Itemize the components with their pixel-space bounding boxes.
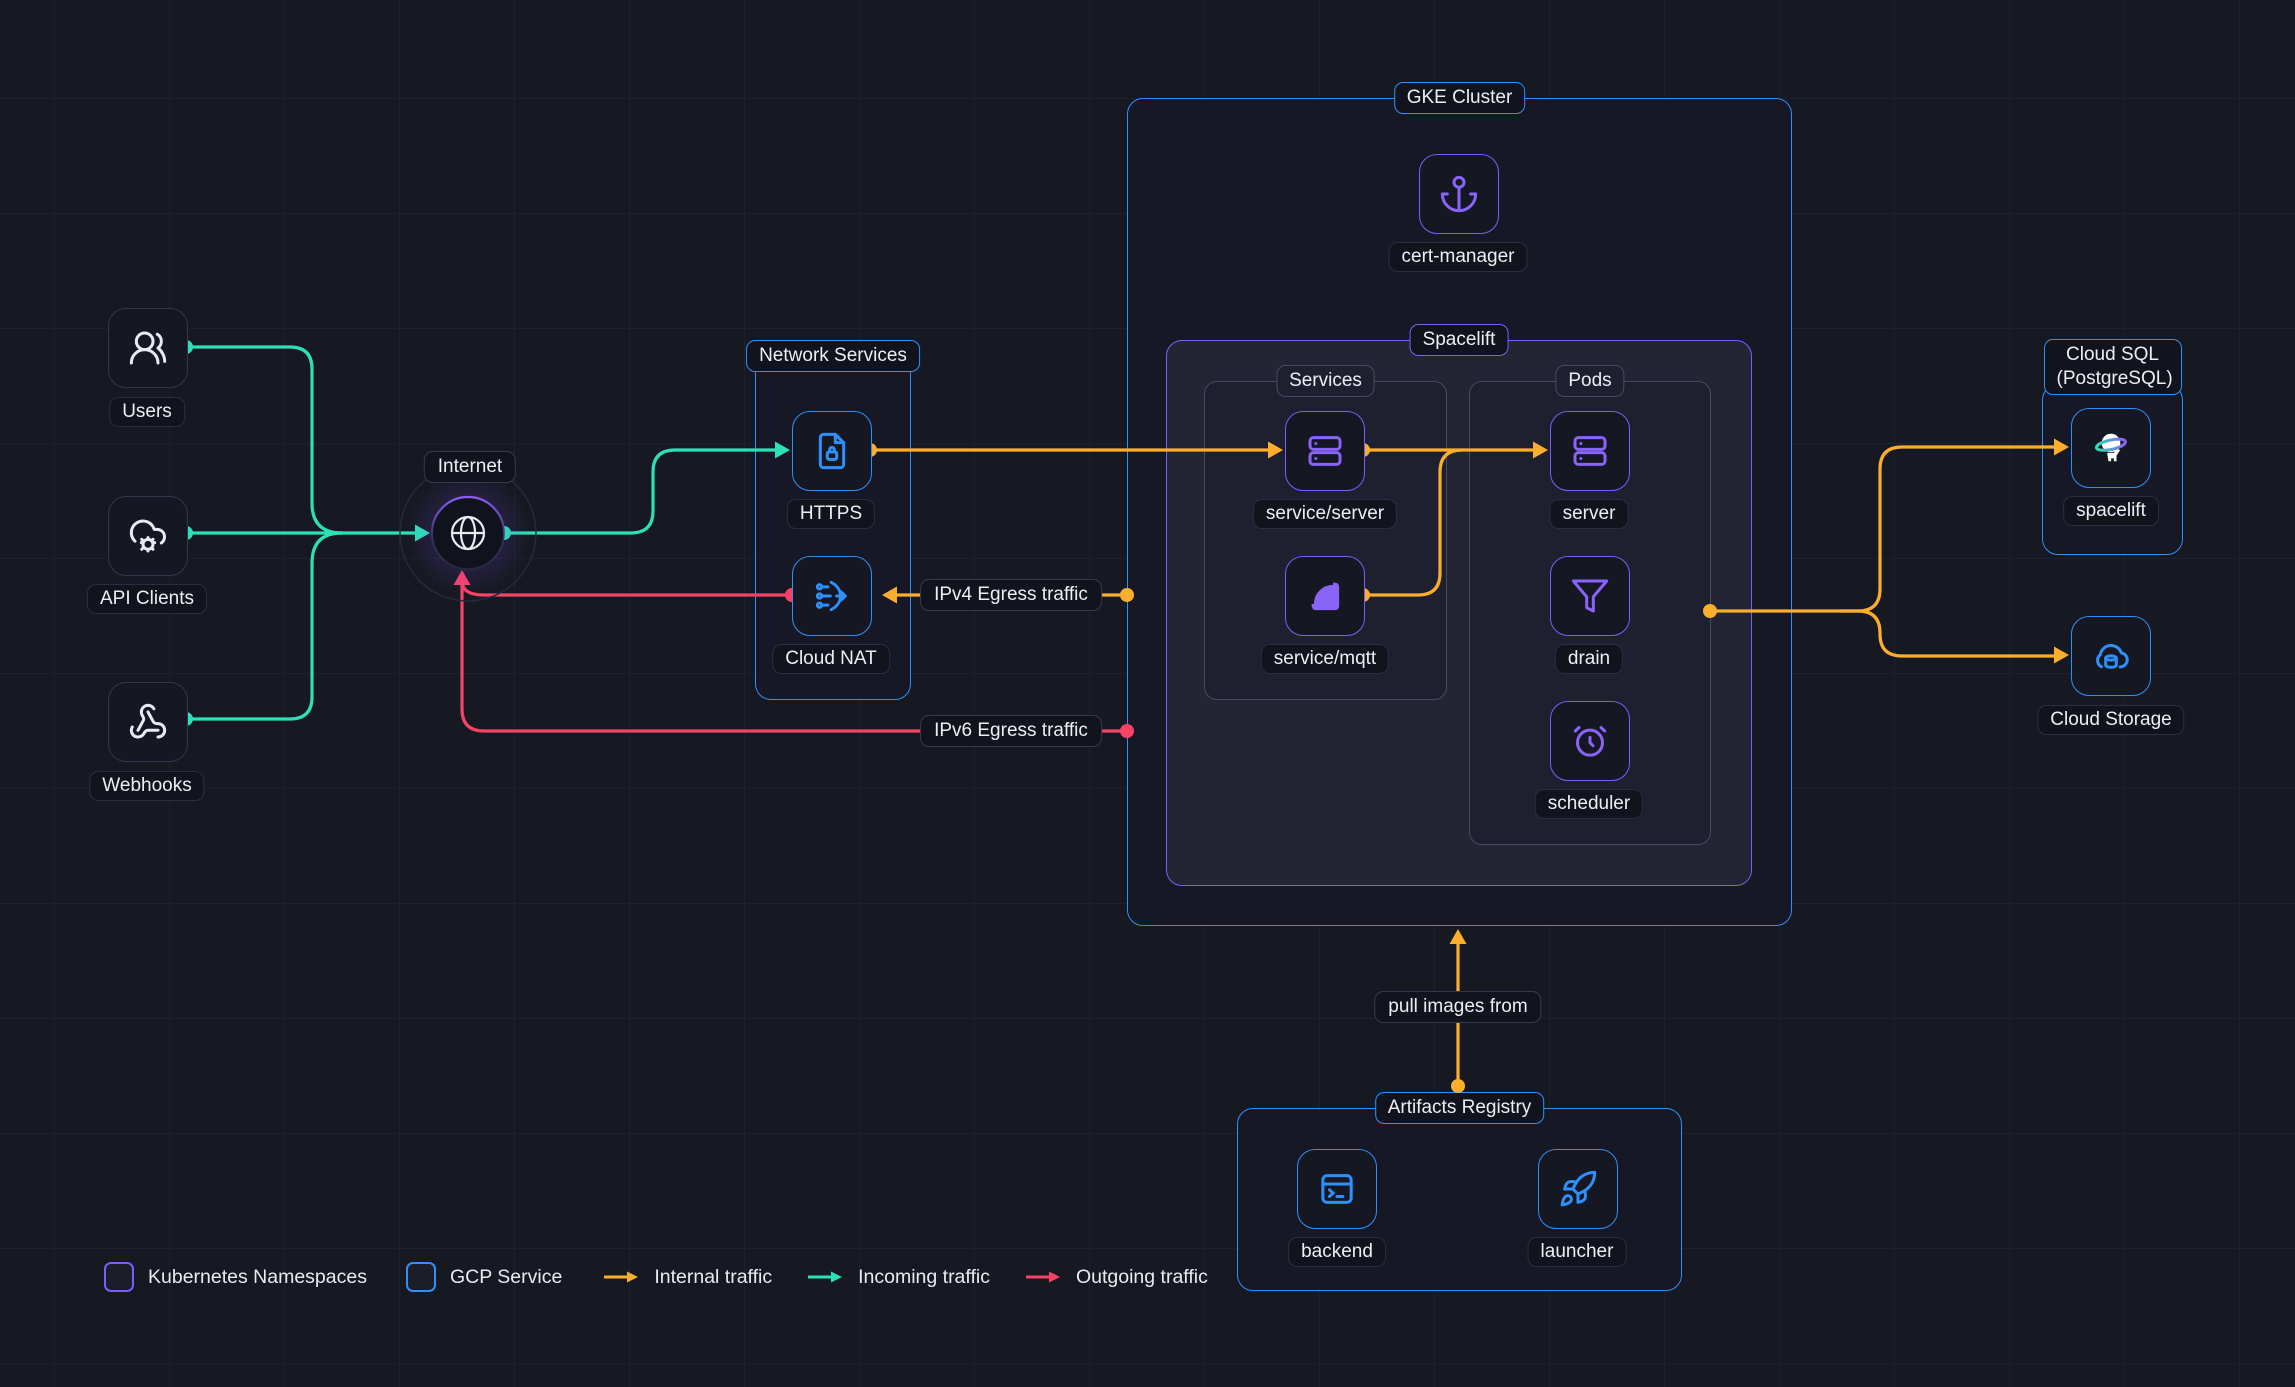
legend-kubernetes-namespaces: Kubernetes Namespaces [104,1262,367,1292]
pods-title: Pods [1555,365,1624,397]
server-icon [1570,431,1610,471]
legend-gcp-label: GCP Service [450,1266,562,1289]
pod-server-label: server [1550,499,1629,529]
internet-circle [432,497,504,569]
drain-label: drain [1555,644,1623,674]
ipv6-egress-label: IPv6 Egress traffic [920,715,1102,747]
gke-cluster-title: GKE Cluster [1394,82,1526,114]
outgoing-traffic-arrow-icon [1024,1269,1062,1285]
webhooks-label: Webhooks [89,771,204,801]
spacelift-title: Spacelift [1410,324,1509,356]
spacelift-db-label: spacelift [2063,496,2159,526]
pull-images-label: pull images from [1374,991,1541,1023]
scheduler-node[interactable] [1550,701,1630,781]
service-server-label: service/server [1253,499,1397,529]
incoming-traffic-edges [186,347,782,719]
rocket-icon [1558,1169,1598,1209]
arrow-into-internet-bottom [454,570,471,585]
network-services-title: Network Services [746,340,920,372]
architecture-diagram: Network Services GKE Cluster Spacelift S… [0,0,2295,1387]
service-mqtt-node[interactable] [1285,556,1365,636]
legend-outgoing-label: Outgoing traffic [1076,1266,1208,1289]
ipv4-egress-label: IPv4 Egress traffic [920,579,1102,611]
terminal-window-icon [1317,1169,1357,1209]
globe-icon [452,517,484,549]
file-lock-icon [812,431,852,471]
anchor-icon [1439,174,1479,214]
legend-incoming-label: Incoming traffic [858,1266,990,1289]
legend-kubernetes-label: Kubernetes Namespaces [148,1266,367,1289]
edge-cloudnat-internet [462,581,792,595]
edge-users-internet [186,347,342,533]
mqtt-icon [1305,576,1345,616]
service-server-node[interactable] [1285,411,1365,491]
legend-outgoing-traffic: Outgoing traffic [1024,1266,1208,1289]
incoming-traffic-arrow-icon [806,1269,844,1285]
service-mqtt-label: service/mqtt [1261,644,1389,674]
internet-circle-accent [432,497,504,569]
legend: Kubernetes Namespaces GCP Service Intern… [104,1262,1208,1292]
users-label: Users [109,397,185,427]
https-node[interactable] [792,411,872,491]
scheduler-label: scheduler [1535,789,1643,819]
users-node[interactable] [108,308,188,388]
cloud-nat-node[interactable] [792,556,872,636]
arrow-into-cloudstorage [2054,647,2069,664]
api-clients-label: API Clients [87,584,207,614]
users-icon [128,328,168,368]
cloud-database-icon [2091,636,2131,676]
backend-node[interactable] [1297,1149,1377,1229]
incoming-dots [179,340,511,726]
gcp-service-swatch [406,1262,436,1292]
legend-gcp-service: GCP Service [406,1262,562,1292]
internal-traffic-arrow-icon [602,1269,640,1285]
cloud-nat-label: Cloud NAT [772,644,890,674]
api-clients-node[interactable] [108,496,188,576]
cloud-nat-icon [812,576,852,616]
launcher-label: launcher [1528,1237,1627,1267]
spacelift-logo-icon [2089,426,2133,470]
artifacts-registry-title: Artifacts Registry [1375,1092,1545,1124]
cloud-storage-label: Cloud Storage [2037,705,2184,735]
outgoing-arrowheads [454,570,471,585]
legend-internal-label: Internal traffic [654,1266,772,1289]
launcher-node[interactable] [1538,1149,1618,1229]
funnel-icon [1570,576,1610,616]
webhook-icon [128,702,168,742]
services-title: Services [1276,365,1375,397]
cert-manager-label: cert-manager [1389,242,1528,272]
cloud-storage-node[interactable] [2071,616,2151,696]
internet-label: Internet [424,451,516,483]
arrow-into-internet [415,525,430,542]
edge-internet-https [504,450,782,533]
internet-outer-ring [400,465,536,601]
alarm-clock-icon [1570,721,1610,761]
arrow-into-gke-bottom [1450,929,1467,944]
drain-node[interactable] [1550,556,1630,636]
cloud-gear-icon [128,516,168,556]
server-icon [1305,431,1345,471]
edge-pods-cloudstorage [1840,611,2061,656]
cloud-sql-title: Cloud SQL (PostgreSQL) [2044,339,2182,395]
cert-manager-node[interactable] [1419,154,1499,234]
edge-webhooks-internet [186,533,342,719]
legend-internal-traffic: Internal traffic [602,1266,772,1289]
backend-label: backend [1288,1237,1386,1267]
legend-incoming-traffic: Incoming traffic [806,1266,990,1289]
https-label: HTTPS [787,499,875,529]
kubernetes-namespace-swatch [104,1262,134,1292]
pod-server-node[interactable] [1550,411,1630,491]
webhooks-node[interactable] [108,682,188,762]
spacelift-db-node[interactable] [2071,408,2151,488]
